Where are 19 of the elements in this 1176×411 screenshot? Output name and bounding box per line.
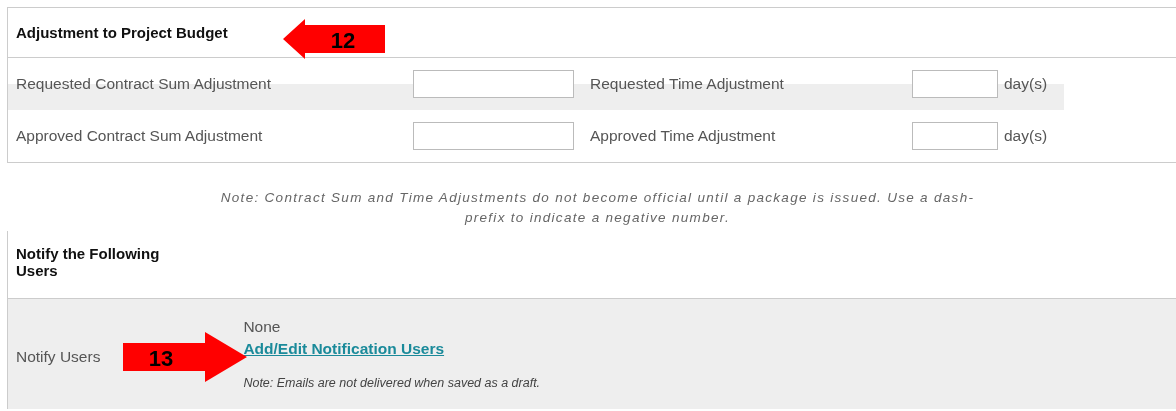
field-label: Requested Contract Sum Adjustment [16,75,273,93]
field-label: Requested Time Adjustment [590,75,785,93]
amount-field[interactable] [413,122,574,150]
unit-label: day(s) [1004,127,1048,145]
note-text: Note: Emails are not delivered when saved as a draft. [243,376,541,390]
field-label: Notify Users [16,347,101,366]
section-title: Adjustment to Project Budget [16,24,228,41]
field-label: Approved Contract Sum Adjustment [16,127,264,145]
callout-number: 12 [330,28,356,53]
notification-users-link[interactable]: Add/Edit Notification Users [243,340,445,358]
section-title: Notify the Following Users [16,245,161,279]
note-text: Note: Contract Sum and Time Adjustments do not become official until a package is issued. Use a dash-prefix to indicate a negative number. [219,189,976,227]
days-field[interactable] [912,122,998,150]
users-value: None [243,318,282,336]
amount-field[interactable] [413,70,574,98]
callout-number: 13 [148,346,174,371]
unit-label: day(s) [1004,75,1048,93]
days-field[interactable] [912,70,998,98]
field-label: Approved Time Adjustment [590,127,777,145]
